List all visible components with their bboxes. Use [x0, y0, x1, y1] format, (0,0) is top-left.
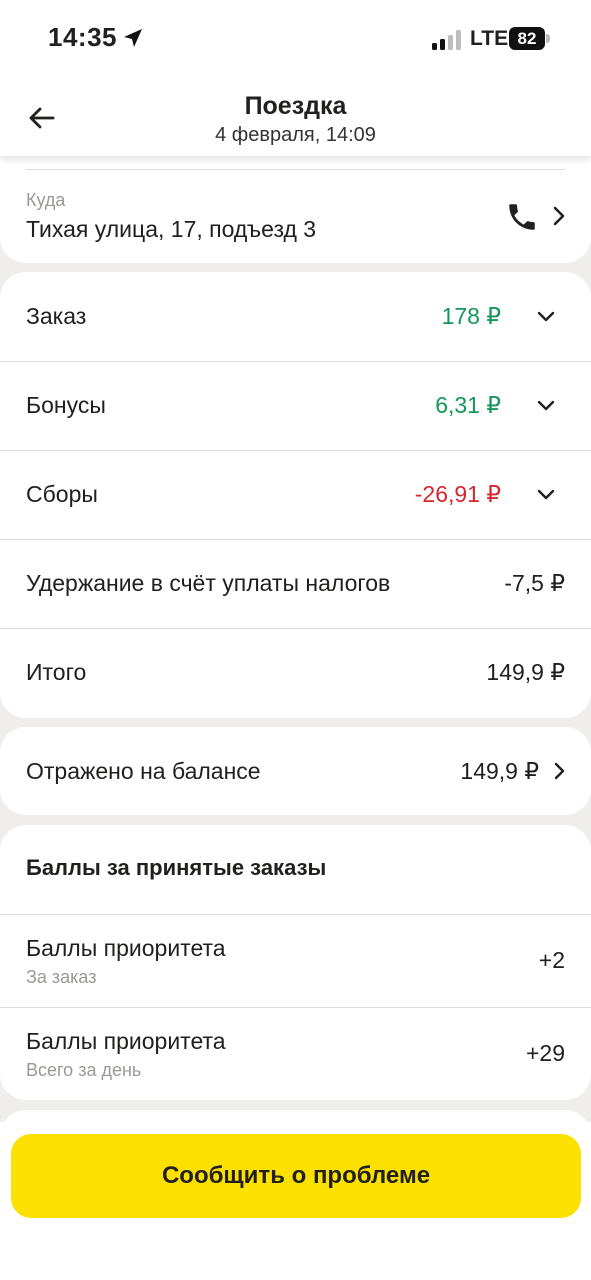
money-row-label: Итого — [26, 659, 87, 685]
chevron-down-icon[interactable] — [536, 307, 556, 327]
priority-points-card: Баллы за принятые заказы Баллы приоритет… — [0, 825, 591, 1100]
chevron-right-icon[interactable] — [550, 761, 570, 781]
money-row-label: Удержание в счёт уплаты налогов — [26, 570, 391, 596]
money-row-label: Заказ — [26, 303, 87, 329]
money-row-label: Сборы — [26, 481, 98, 507]
status-bar: 14:35 LTE 82 — [0, 0, 591, 80]
signal-bars-icon — [432, 30, 461, 50]
money-row-value: 178 ₽ — [441, 303, 501, 329]
points-title: Баллы за принятые заказы — [26, 855, 327, 880]
battery-indicator: 82 — [509, 27, 545, 50]
bottom-action-bar: Сообщить о проблеме — [0, 1122, 591, 1280]
points-item-label: Баллы приоритета — [26, 1028, 226, 1054]
destination-address: Тихая улица, 17, подъезд 3 — [26, 216, 317, 242]
money-row-value: -26,91 ₽ — [414, 481, 501, 507]
order-money-card: Заказ 178 ₽ Бонусы 6,31 ₽ Сборы -26,91 ₽… — [0, 272, 591, 718]
money-row-fees[interactable]: Сборы -26,91 ₽ — [0, 450, 591, 539]
destination-card[interactable]: Куда Тихая улица, 17, подъезд 3 — [0, 156, 591, 263]
phone-icon[interactable] — [505, 200, 539, 234]
money-row-order[interactable]: Заказ 178 ₽ — [0, 272, 591, 361]
points-item-value: +2 — [538, 947, 565, 973]
page-header: Поездка 4 февраля, 14:09 — [0, 80, 591, 156]
network-type: LTE — [470, 27, 509, 50]
report-problem-button[interactable]: Сообщить о проблеме — [11, 1134, 581, 1218]
money-row-total: Итого 149,9 ₽ — [0, 628, 591, 717]
divider — [0, 1007, 591, 1008]
points-item-sub: За заказ — [26, 967, 97, 987]
money-row-tax-withholding: Удержание в счёт уплаты налогов -7,5 ₽ — [0, 539, 591, 628]
chevron-down-icon[interactable] — [536, 396, 556, 416]
money-row-bonuses[interactable]: Бонусы 6,31 ₽ — [0, 361, 591, 450]
chevron-right-icon[interactable] — [548, 203, 570, 229]
money-row-value: 6,31 ₽ — [435, 392, 501, 418]
location-arrow-icon — [124, 29, 142, 47]
points-item-sub: Всего за день — [26, 1060, 142, 1080]
points-item-label: Баллы приоритета — [26, 935, 226, 961]
balance-card[interactable]: Отражено на балансе 149,9 ₽ — [0, 727, 591, 815]
page-title: Поездка — [244, 92, 347, 120]
money-row-label: Бонусы — [26, 392, 106, 418]
divider — [0, 914, 591, 915]
money-row-value: 149,9 ₽ — [486, 659, 565, 685]
points-item-value: +29 — [525, 1040, 565, 1066]
battery-tip — [546, 34, 550, 43]
chevron-down-icon[interactable] — [536, 485, 556, 505]
divider — [26, 169, 565, 170]
page-subtitle: 4 февраля, 14:09 — [215, 124, 376, 146]
destination-label: Куда — [26, 190, 66, 210]
money-row-value: -7,5 ₽ — [504, 570, 565, 596]
balance-label: Отражено на балансе — [26, 758, 261, 784]
balance-value: 149,9 ₽ — [460, 758, 539, 784]
status-time: 14:35 — [48, 22, 117, 52]
